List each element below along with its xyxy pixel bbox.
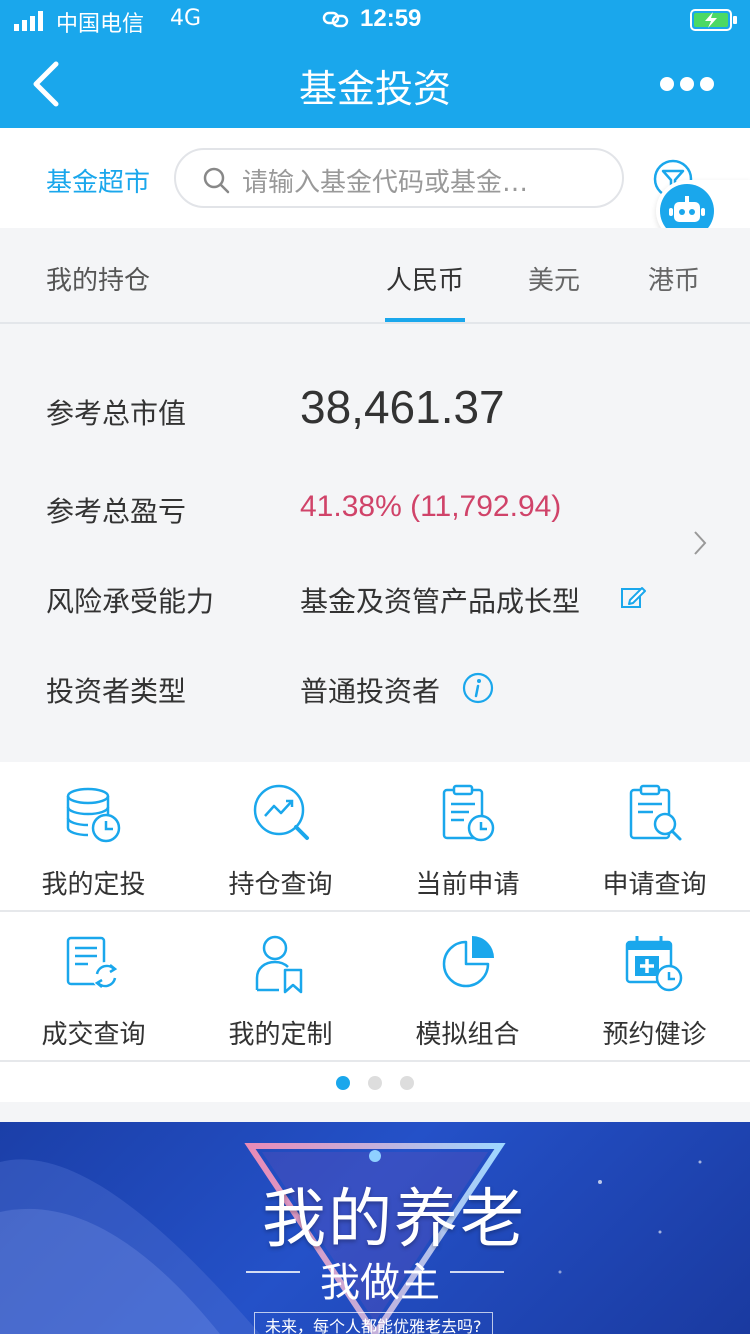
menu-label: 成交查询 xyxy=(41,1020,146,1050)
menu-holdings-query[interactable]: 持仓查询 xyxy=(187,762,374,912)
search-placeholder: 请输入基金代码或基金… xyxy=(242,168,529,198)
pie-chart-icon xyxy=(442,936,494,988)
page-indicator xyxy=(336,1076,416,1090)
clipboard-search-icon xyxy=(629,784,682,841)
fund-market-link[interactable]: 基金超市 xyxy=(46,162,150,199)
grid-divider xyxy=(0,1060,750,1062)
total-pnl-label: 参考总盈亏 xyxy=(46,495,187,528)
clock-time: 12:59 xyxy=(360,5,422,32)
menu-trade-query[interactable]: 成交查询 xyxy=(0,912,187,1062)
search-icon xyxy=(203,167,230,194)
tab-rmb[interactable]: 人民币 xyxy=(386,260,464,297)
nav-bar: 基金投资 xyxy=(0,40,750,128)
page-dot[interactable] xyxy=(368,1076,382,1090)
menu-label: 模拟组合 xyxy=(415,1020,520,1050)
battery-charging-icon xyxy=(690,9,737,31)
link-icon xyxy=(322,11,349,28)
edit-icon[interactable] xyxy=(620,584,646,610)
search-row: 基金超市 请输入基金代码或基金… xyxy=(0,128,750,228)
total-pnl: 41.38% (11,792.94) xyxy=(300,490,562,523)
risk-tolerance-value: 基金及资管产品成长型 xyxy=(300,585,581,618)
tab-usd[interactable]: 美元 xyxy=(528,260,580,297)
menu-label: 申请查询 xyxy=(602,870,707,900)
menu-label: 当前申请 xyxy=(415,870,520,900)
menu-simulated-portfolio[interactable]: 模拟组合 xyxy=(374,912,561,1062)
banner-subtitle: 我做主 xyxy=(320,1260,440,1306)
fund-search-input[interactable]: 请输入基金代码或基金… xyxy=(174,148,624,208)
promo-banner[interactable]: 我的养老 我做主 未来，每个人都能优雅老去吗? xyxy=(0,1122,750,1334)
total-value: 38,461.37 xyxy=(300,381,505,433)
chevron-right-icon[interactable] xyxy=(690,528,710,558)
menu-label: 预约健诊 xyxy=(602,1020,707,1050)
page-dot-active[interactable] xyxy=(336,1076,350,1090)
investor-type-label: 投资者类型 xyxy=(46,675,187,708)
menu-my-custom[interactable]: 我的定制 xyxy=(187,912,374,1062)
menu-current-applications[interactable]: 当前申请 xyxy=(374,762,561,912)
page-title: 基金投资 xyxy=(298,67,451,111)
holdings-header: 我的持仓 人民币 美元 港币 xyxy=(0,228,750,324)
banner-caption: 未来，每个人都能优雅老去吗? xyxy=(254,1312,493,1334)
user-bookmark-icon xyxy=(255,935,303,994)
total-value-label: 参考总市值 xyxy=(46,397,187,430)
clipboard-clock-icon xyxy=(442,784,495,842)
menu-label: 我的定制 xyxy=(228,1020,333,1050)
status-bar: 中国电信 4G 12:59 xyxy=(0,0,750,40)
holdings-summary[interactable]: 参考总市值 38,461.37 参考总盈亏 41.38% (11,792.94)… xyxy=(0,326,750,762)
document-refresh-icon xyxy=(66,936,120,990)
menu-my-auto-invest[interactable]: 我的定投 xyxy=(0,762,187,912)
signal-icon xyxy=(14,11,43,31)
more-options-icon[interactable] xyxy=(658,74,716,94)
banner-title: 我的养老 xyxy=(262,1183,526,1257)
tab-hkd[interactable]: 港币 xyxy=(648,260,700,297)
investor-type-value: 普通投资者 xyxy=(300,675,441,708)
menu-label: 持仓查询 xyxy=(228,870,333,900)
info-icon[interactable] xyxy=(462,672,494,704)
function-grid: 我的定投 持仓查询 当前申请 申请查询 成交查询 我的定制 模拟组合 预约健诊 xyxy=(0,762,750,1102)
menu-appointment-checkup[interactable]: 预约健诊 xyxy=(561,912,748,1062)
trend-search-icon xyxy=(253,784,309,840)
database-clock-icon xyxy=(66,787,121,843)
risk-tolerance-label: 风险承受能力 xyxy=(46,585,215,618)
network-type: 4G xyxy=(170,6,202,31)
my-holdings-label: 我的持仓 xyxy=(46,266,151,296)
menu-application-query[interactable]: 申请查询 xyxy=(561,762,748,912)
active-tab-indicator xyxy=(385,318,465,322)
carrier-name: 中国电信 xyxy=(56,12,145,37)
calendar-medical-icon xyxy=(625,936,683,992)
page-dot[interactable] xyxy=(400,1076,414,1090)
menu-label: 我的定投 xyxy=(41,870,146,900)
